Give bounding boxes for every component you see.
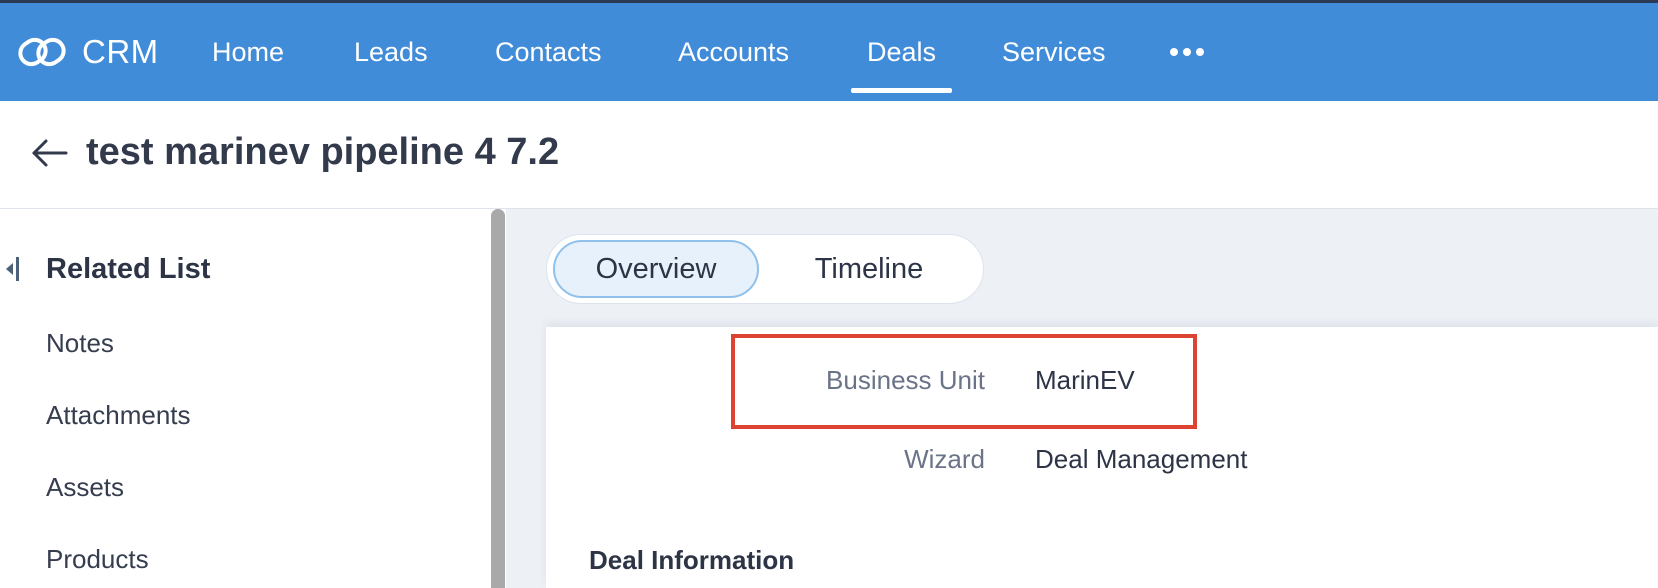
record-main-panel: Overview Timeline Business Unit MarinEV … <box>506 209 1658 588</box>
deal-information-heading: Deal Information <box>589 545 795 575</box>
page-title: test marinev pipeline 4 7.2 <box>86 131 560 173</box>
related-list-heading: Related List <box>46 253 211 285</box>
related-list-item-assets[interactable]: Assets <box>46 472 124 503</box>
related-list-item-products[interactable]: Products <box>46 544 149 575</box>
nav-deals[interactable]: Deals <box>850 3 953 101</box>
nav-leads[interactable]: Leads <box>354 3 428 101</box>
app-name: CRM <box>82 33 159 70</box>
nav-accounts[interactable]: Accounts <box>678 3 789 101</box>
crm-logo-icon <box>16 34 68 70</box>
nav-contacts[interactable]: Contacts <box>495 3 602 101</box>
related-list-item-attachments[interactable]: Attachments <box>46 400 191 431</box>
more-horizontal-icon[interactable] <box>1170 3 1204 101</box>
top-navigation-bar: CRM Home Leads Contacts Accounts Deals S… <box>0 3 1658 101</box>
business-unit-label: Business Unit <box>826 365 985 395</box>
view-tabs: Overview Timeline <box>546 234 984 304</box>
related-list-item-notes[interactable]: Notes <box>46 328 114 359</box>
nav-services[interactable]: Services <box>1002 3 1106 101</box>
sidebar-scrollbar[interactable] <box>491 209 505 588</box>
back-arrow-icon[interactable] <box>30 133 70 173</box>
collapse-panel-icon[interactable] <box>2 255 22 283</box>
wizard-value[interactable]: Deal Management <box>1035 444 1247 475</box>
tab-overview[interactable]: Overview <box>553 240 759 298</box>
nav-home[interactable]: Home <box>212 3 284 101</box>
crm-brand[interactable]: CRM <box>16 3 159 101</box>
tab-timeline[interactable]: Timeline <box>759 240 979 298</box>
related-list-sidebar: Related List Notes Attachments Assets Pr… <box>0 209 488 588</box>
wizard-label: Wizard <box>904 444 985 474</box>
business-unit-value[interactable]: MarinEV <box>1035 365 1135 396</box>
record-title-bar: test marinev pipeline 4 7.2 <box>0 101 1658 209</box>
